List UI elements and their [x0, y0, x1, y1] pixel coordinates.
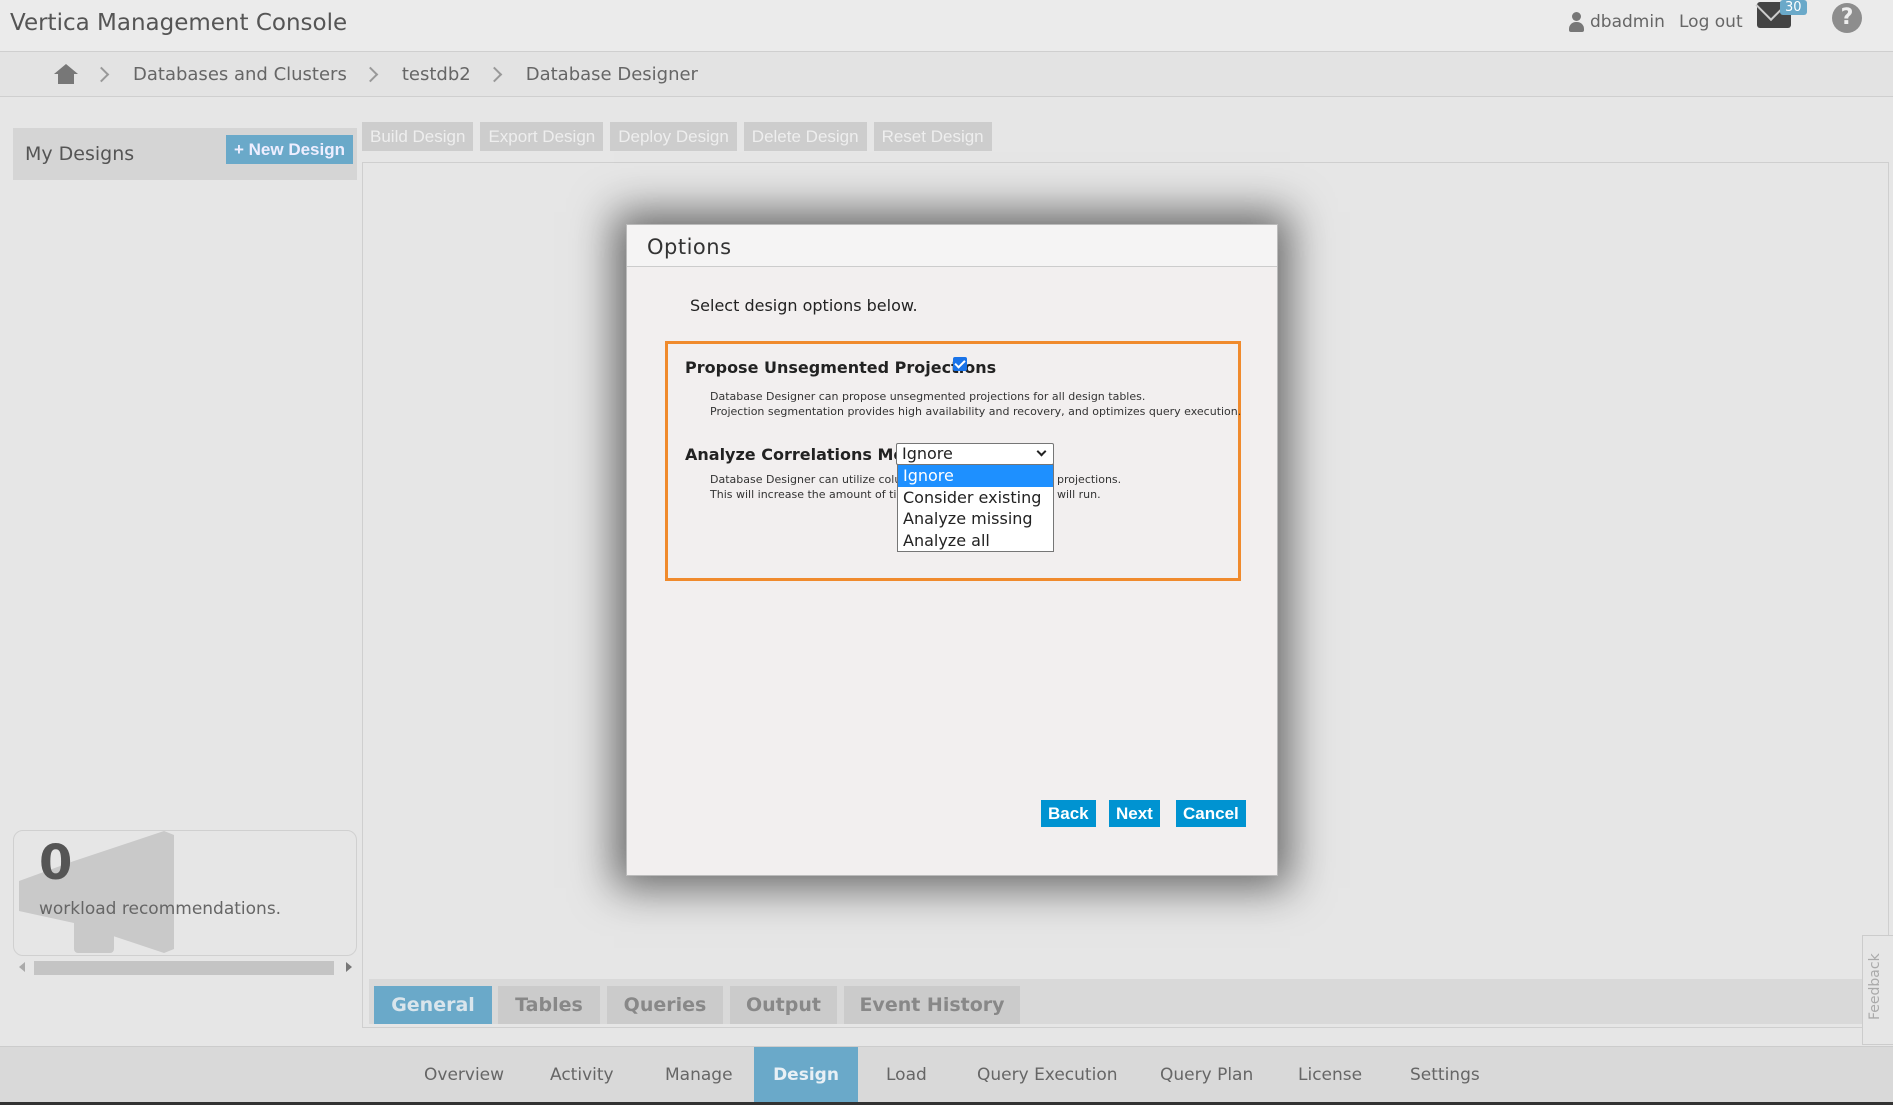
nav-settings[interactable]: Settings	[1410, 1047, 1480, 1103]
cancel-button[interactable]: Cancel	[1176, 800, 1246, 827]
correlations-mode-dropdown: Ignore Consider existing Analyze missing…	[897, 464, 1054, 552]
options-dialog: Options Select design options below. Pro…	[626, 224, 1278, 876]
chevron-right-icon	[362, 66, 379, 82]
export-design-button[interactable]: Export Design	[480, 122, 604, 151]
next-button[interactable]: Next	[1109, 800, 1160, 827]
build-design-button[interactable]: Build Design	[362, 122, 474, 151]
deploy-design-button[interactable]: Deploy Design	[610, 122, 737, 151]
help-icon[interactable]: ?	[1832, 3, 1862, 33]
desc-1-left: Database Designer can utilize colu	[710, 473, 902, 486]
analyze-correlations-desc-1: Database Designer can utilize colu	[710, 472, 901, 487]
design-subtabs: General Tables Queries Output Event Hist…	[369, 979, 1879, 1024]
tab-tables[interactable]: Tables	[498, 986, 600, 1024]
feedback-tab[interactable]: Feedback	[1862, 935, 1893, 1045]
nav-activity[interactable]: Activity	[550, 1047, 614, 1103]
nav-manage[interactable]: Manage	[665, 1047, 733, 1103]
bottom-navigation: Overview Activity Manage Design Load Que…	[0, 1046, 1893, 1105]
option-analyze-all[interactable]: Analyze all	[898, 530, 1053, 552]
tab-queries[interactable]: Queries	[607, 986, 723, 1024]
top-bar: Vertica Management Console dbadmin Log o…	[0, 0, 1893, 52]
breadcrumb: Databases and Clusters testdb2 Database …	[0, 52, 1893, 97]
my-designs-label: My Designs	[25, 143, 135, 165]
back-button[interactable]: Back	[1041, 800, 1096, 827]
dialog-title: Options	[647, 235, 732, 259]
megaphone-icon	[19, 831, 174, 953]
app-title: Vertica Management Console	[10, 10, 348, 36]
analyze-correlations-desc-2-tail: will run.	[1057, 488, 1101, 501]
nav-design[interactable]: Design	[754, 1047, 858, 1103]
analyze-correlations-desc-1-tail: projections.	[1057, 473, 1122, 486]
option-analyze-missing[interactable]: Analyze missing	[898, 508, 1053, 530]
dialog-header: Options	[627, 225, 1277, 267]
nav-query-execution[interactable]: Query Execution	[977, 1047, 1118, 1103]
propose-unsegmented-checkbox[interactable]	[953, 357, 967, 371]
breadcrumb-database[interactable]: testdb2	[402, 64, 471, 85]
tab-general[interactable]: General	[374, 986, 492, 1024]
reset-design-button[interactable]: Reset Design	[873, 122, 992, 151]
tab-event-history[interactable]: Event History	[844, 986, 1020, 1024]
workload-text: workload recommendations.	[39, 899, 282, 919]
logout-link[interactable]: Log out	[1679, 12, 1743, 32]
nav-load[interactable]: Load	[886, 1047, 927, 1103]
mail-count-badge: 30	[1780, 0, 1807, 15]
select-value: Ignore	[902, 444, 953, 463]
new-design-button[interactable]: + New Design	[226, 135, 354, 164]
scroll-right-icon[interactable]	[346, 962, 352, 972]
home-icon[interactable]	[54, 64, 78, 84]
dialog-intro: Select design options below.	[690, 296, 918, 315]
workload-recommendations[interactable]: 0 workload recommendations.	[13, 830, 357, 956]
horizontal-scrollbar[interactable]	[13, 958, 357, 978]
feedback-label: Feedback	[1867, 953, 1883, 1020]
option-ignore[interactable]: Ignore	[898, 465, 1053, 487]
nav-license[interactable]: License	[1298, 1047, 1362, 1103]
propose-unsegmented-label: Propose Unsegmented Projections	[685, 358, 997, 377]
chevron-right-icon	[93, 66, 110, 82]
correlations-mode-select[interactable]: Ignore	[896, 443, 1054, 465]
nav-query-plan[interactable]: Query Plan	[1160, 1047, 1253, 1103]
design-options-group: Propose Unsegmented Projections Database…	[665, 341, 1241, 581]
tab-output[interactable]: Output	[730, 986, 837, 1024]
delete-design-button[interactable]: Delete Design	[743, 122, 867, 151]
design-toolbar: Build Design Export Design Deploy Design…	[362, 122, 992, 151]
user-icon	[1568, 12, 1584, 32]
desc-2-left: This will increase the amount of tin	[710, 488, 904, 501]
scroll-left-icon[interactable]	[19, 962, 25, 972]
analyze-correlations-desc-2: This will increase the amount of tin	[710, 487, 903, 502]
workload-count: 0	[39, 835, 73, 891]
chevron-right-icon	[486, 66, 502, 82]
scrollbar-thumb[interactable]	[34, 961, 334, 975]
nav-overview[interactable]: Overview	[424, 1047, 504, 1103]
propose-unsegmented-desc-1: Database Designer can propose unsegmente…	[710, 390, 1146, 403]
chevron-down-icon	[1036, 446, 1047, 457]
user-menu[interactable]: dbadmin	[1568, 12, 1665, 32]
username: dbadmin	[1590, 12, 1665, 32]
analyze-correlations-label: Analyze Correlations Mode	[685, 445, 927, 464]
breadcrumb-database-designer: Database Designer	[525, 63, 698, 85]
breadcrumb-databases-and-clusters[interactable]: Databases and Clusters	[133, 64, 347, 85]
propose-unsegmented-desc-2: Projection segmentation provides high av…	[710, 405, 1242, 418]
option-consider-existing[interactable]: Consider existing	[898, 487, 1053, 509]
my-designs-panel: My Designs + New Design	[13, 128, 357, 180]
